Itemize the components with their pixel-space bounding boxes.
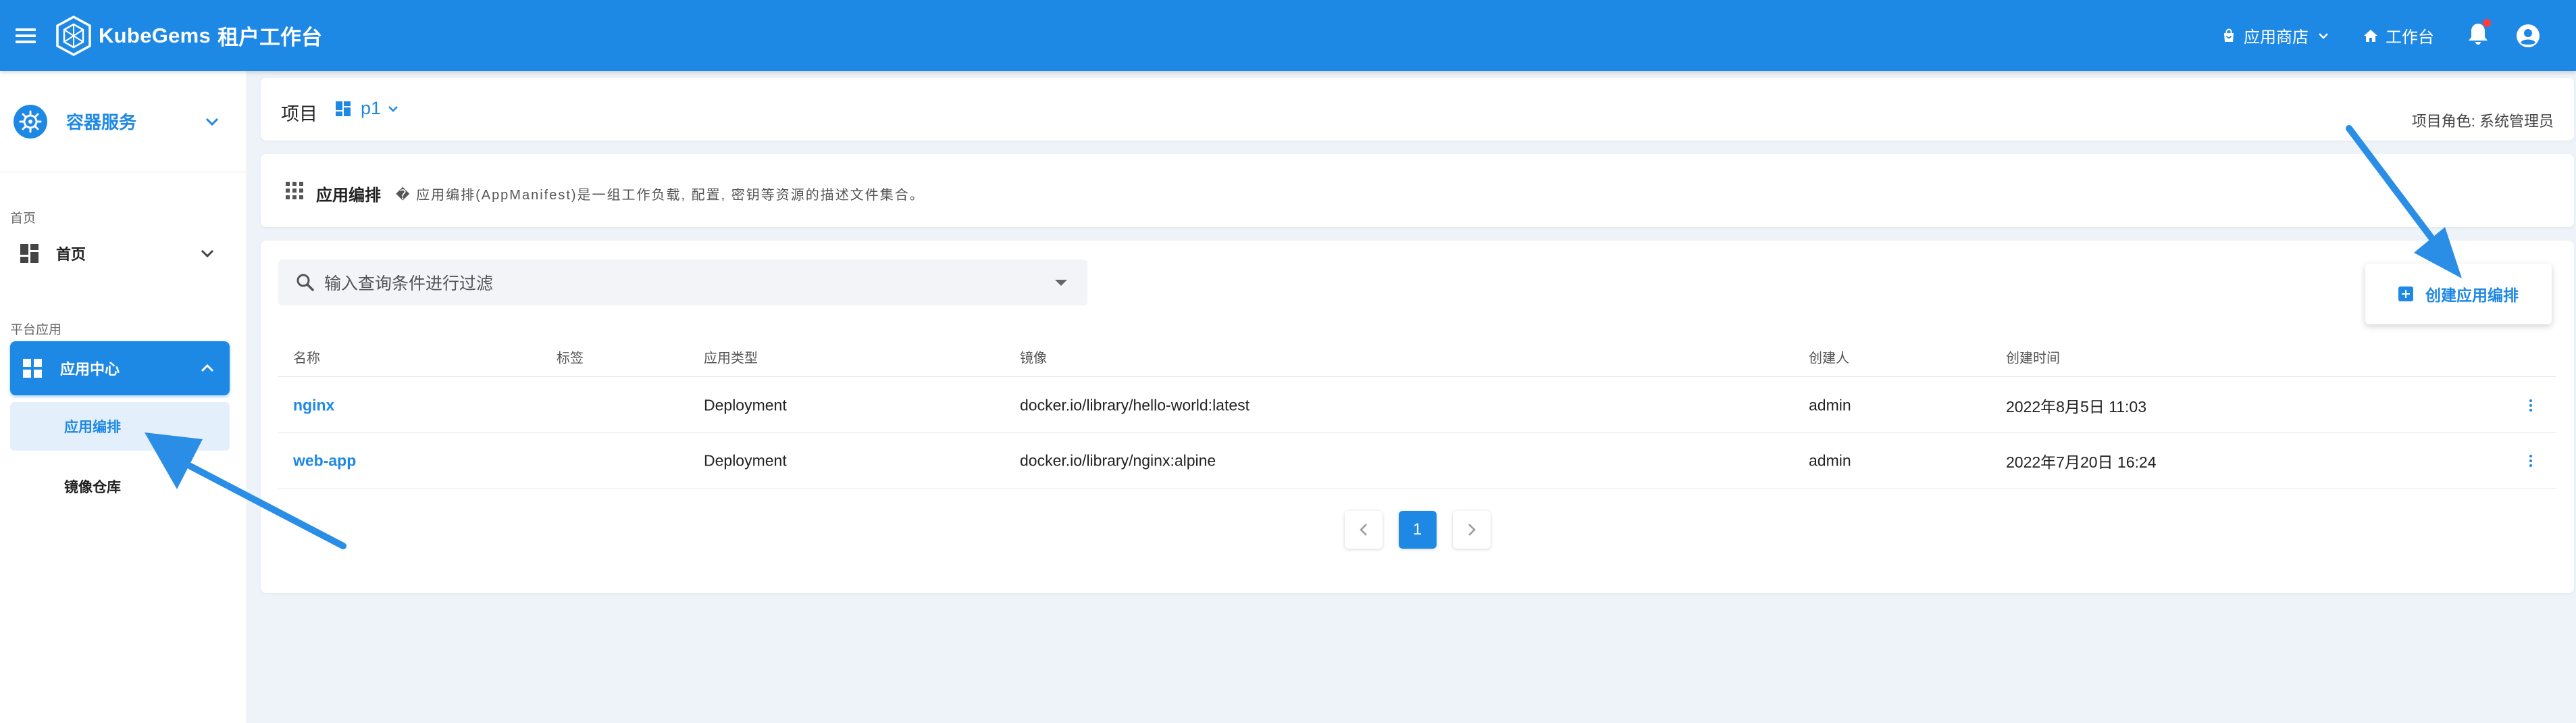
- project-selector[interactable]: p1: [335, 98, 398, 119]
- brand-name: KubeGems: [99, 23, 211, 47]
- top-bar: KubeGems 租户工作台 应用商店 工作台: [0, 0, 2576, 71]
- create-button-label: 创建应用编排: [2425, 286, 2519, 304]
- section-label-home: 首页: [10, 211, 36, 226]
- page-button-current[interactable]: 1: [1398, 511, 1437, 549]
- kubegems-logo-icon: [56, 15, 91, 56]
- chevron-down-icon: [201, 249, 214, 258]
- section-label-platform: 平台应用: [10, 323, 62, 337]
- home-icon: [2364, 29, 2377, 42]
- search-placeholder: 输入查询条件进行过滤: [324, 274, 494, 293]
- workspace-link[interactable]: 工作台: [2363, 24, 2434, 47]
- account-circle-icon: [2517, 24, 2540, 47]
- manifest-type: Deployment: [704, 451, 787, 469]
- service-selector[interactable]: 容器服务: [0, 71, 247, 172]
- chevron-up-icon: [201, 364, 214, 372]
- manifest-image: docker.io/library/hello-world:latest: [1020, 396, 1250, 414]
- column-header-creator[interactable]: 创建人: [1809, 347, 1849, 366]
- manifest-type: Deployment: [704, 396, 787, 414]
- chevron-down-icon: [2319, 32, 2328, 39]
- column-header-created[interactable]: 创建时间: [2006, 347, 2060, 366]
- table-row: web-app Deployment docker.io/library/ngi…: [278, 433, 2556, 489]
- sidebar-item-app-center[interactable]: 应用中心: [10, 341, 230, 395]
- notification-dot: [2483, 19, 2491, 27]
- page-description: � 应用编排(AppManifest)是一组工作负载, 配置, 密钥等资源的描述…: [396, 188, 925, 203]
- brand[interactable]: KubeGems 租户工作台: [54, 15, 322, 57]
- more-actions-icon[interactable]: [2529, 454, 2532, 467]
- apps-dots-icon: [286, 182, 303, 199]
- menu-button[interactable]: [0, 0, 51, 71]
- table-row: nginx Deployment docker.io/library/hello…: [278, 378, 2556, 433]
- manifest-name-link[interactable]: nginx: [293, 396, 334, 414]
- sidebar-item-home[interactable]: 首页: [10, 233, 230, 274]
- manifest-table-card: 输入查询条件进行过滤 创建应用编排 名称 标签 应用类型 镜像 创建人 创建时间…: [261, 241, 2574, 593]
- workspace-label: 工作台: [2386, 28, 2434, 47]
- account-button[interactable]: [2515, 23, 2548, 49]
- page-title: 应用编排: [316, 186, 381, 205]
- column-header-type[interactable]: 应用类型: [704, 347, 758, 366]
- description-bar: 应用编排 � 应用编排(AppManifest)是一组工作负载, 配置, 密钥等…: [261, 154, 2574, 227]
- sidebar-item-app-center-label: 应用中心: [60, 361, 120, 378]
- hamburger-icon: [15, 28, 36, 43]
- sidebar-item-app-manifest[interactable]: 应用编排: [10, 402, 230, 451]
- sidebar-item-home-label: 首页: [56, 246, 86, 263]
- chevron-right-icon: [1468, 524, 1476, 536]
- prev-page-button[interactable]: [1344, 511, 1383, 549]
- next-page-button[interactable]: [1452, 511, 1491, 549]
- manifest-name-link[interactable]: web-app: [293, 451, 356, 470]
- dashboard-icon: [336, 101, 351, 116]
- sidebar: 容器服务 首页 首页 平台应用 应用中心 应用编排 镜像仓库: [0, 71, 247, 723]
- plus-box-icon: [2398, 286, 2413, 301]
- chevron-down-icon: [205, 118, 219, 126]
- more-actions-icon[interactable]: [2529, 399, 2532, 412]
- brand-subtitle: 租户工作台: [217, 26, 323, 49]
- app-store-menu[interactable]: 应用商店: [2221, 24, 2336, 47]
- manifest-created: 2022年7月20日 16:24: [2006, 453, 2157, 471]
- service-label: 容器服务: [66, 112, 137, 132]
- manifest-creator: admin: [1809, 451, 1851, 469]
- manifest-creator: admin: [1809, 396, 1851, 414]
- column-header-label[interactable]: 标签: [557, 347, 584, 366]
- app-store-label: 应用商店: [2244, 28, 2309, 47]
- store-bag-icon: [2224, 28, 2234, 42]
- pagination: 1: [261, 511, 2574, 549]
- notifications-button[interactable]: [2467, 19, 2491, 49]
- table-header: 名称 标签 应用类型 镜像 创建人 创建时间: [278, 336, 2556, 377]
- project-label: 项目: [281, 104, 317, 124]
- manifest-image: docker.io/library/nginx:alpine: [1020, 451, 1216, 469]
- create-app-manifest-button[interactable]: 创建应用编排: [2365, 264, 2552, 324]
- project-name: p1: [361, 98, 382, 118]
- manifest-created: 2022年8月5日 11:03: [2006, 397, 2146, 416]
- column-header-name[interactable]: 名称: [293, 347, 320, 366]
- sidebar-item-image-registry[interactable]: 镜像仓库: [10, 462, 230, 511]
- dropdown-caret-icon[interactable]: [1055, 279, 1067, 286]
- search-icon: [297, 274, 314, 291]
- column-header-image[interactable]: 镜像: [1020, 347, 1047, 366]
- kubernetes-helm-icon: [14, 104, 47, 139]
- filter-search-input[interactable]: 输入查询条件进行过滤: [278, 259, 1087, 305]
- project-bar: 项目 p1 项目角色: 系统管理员: [261, 78, 2574, 141]
- project-role: 项目角色: 系统管理员: [2411, 113, 2554, 130]
- grid-apps-icon: [23, 359, 42, 378]
- chevron-left-icon: [1359, 524, 1367, 536]
- chevron-down-icon: [388, 105, 398, 112]
- dashboard-icon: [20, 244, 38, 263]
